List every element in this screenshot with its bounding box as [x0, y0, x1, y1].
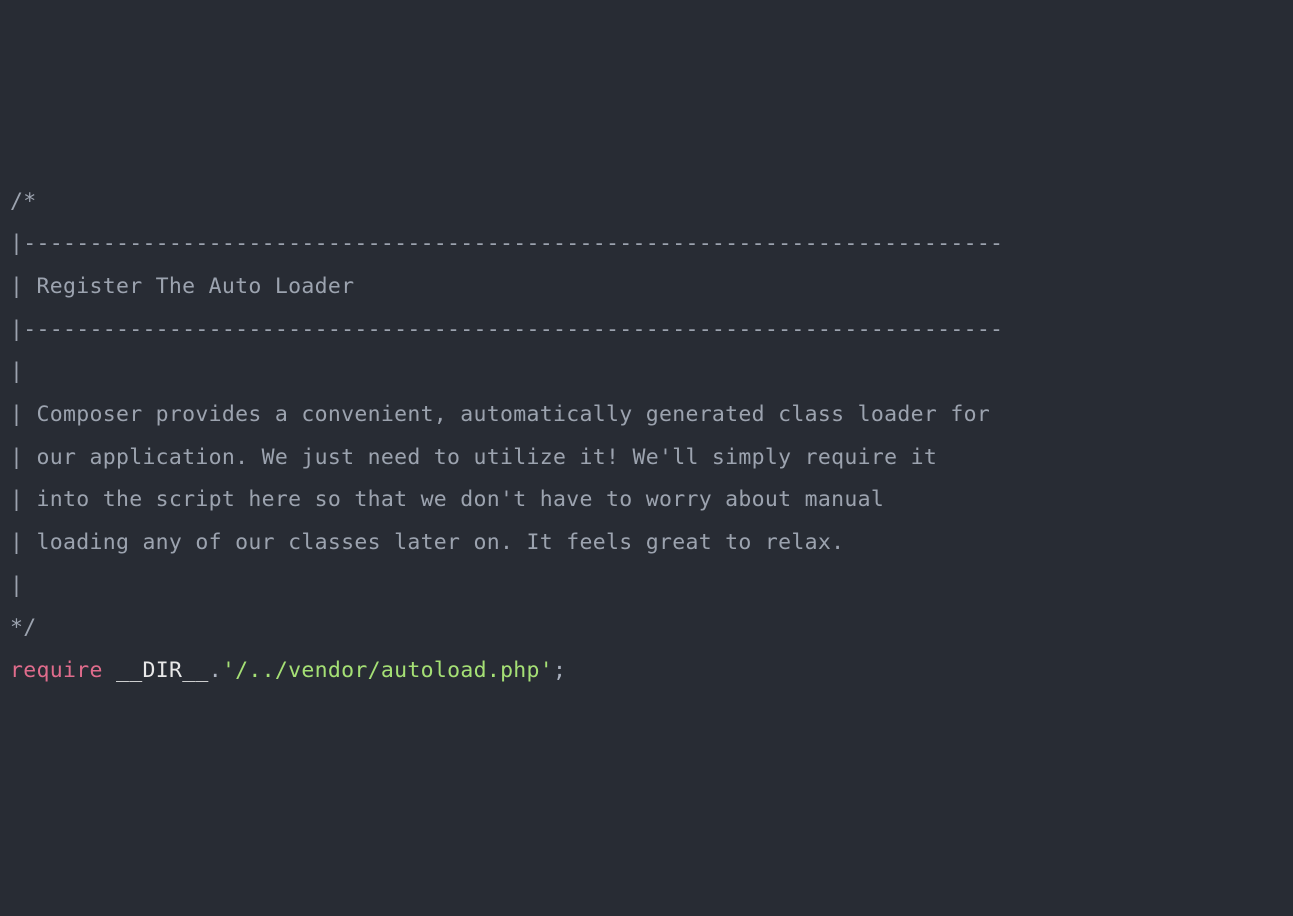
comment-line: | Register The Auto Loader [10, 266, 1283, 309]
comment-line: | loading any of our classes later on. I… [10, 522, 1283, 565]
string-path: '/../vendor/autoload.php' [222, 658, 553, 683]
comment-line: | into the script here so that we don't … [10, 479, 1283, 522]
comment-line: | our application. We just need to utili… [10, 437, 1283, 480]
comment-line: |---------------------------------------… [10, 309, 1283, 352]
comment-line: |---------------------------------------… [10, 223, 1283, 266]
comment-line: /* [10, 181, 1283, 224]
comment-line: | [10, 565, 1283, 608]
space [103, 658, 116, 683]
concat-operator: . [209, 658, 222, 683]
comment-line: */ [10, 607, 1283, 650]
comment-line: | [10, 351, 1283, 394]
semicolon: ; [553, 658, 566, 683]
keyword-require: require [10, 658, 103, 683]
comment-line: | Composer provides a convenient, automa… [10, 394, 1283, 437]
code-line-require: require __DIR__.'/../vendor/autoload.php… [10, 650, 1283, 693]
code-editor[interactable]: /*|-------------------------------------… [10, 181, 1283, 693]
magic-constant-dir: __DIR__ [116, 658, 209, 683]
